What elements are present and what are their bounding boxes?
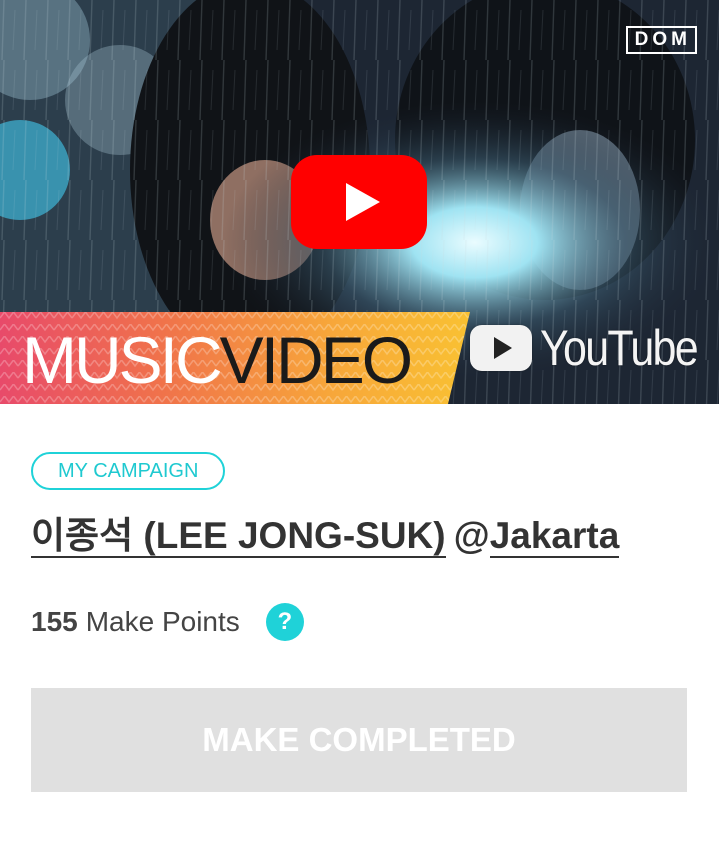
points-value: 155 — [31, 606, 78, 637]
video-thumbnail[interactable]: DOM MUSICVIDEO YouTube — [0, 0, 719, 404]
artist-link[interactable]: 이종석 (LEE JONG-SUK) — [31, 515, 446, 558]
channel-logo: DOM — [625, 26, 697, 54]
play-icon — [346, 183, 380, 221]
location-link[interactable]: Jakarta — [489, 515, 620, 558]
points-label: Make Points — [85, 606, 240, 637]
campaign-details: MY CAMPAIGN 이종석 (LEE JONG-SUK) @Jakarta 1… — [0, 404, 719, 792]
youtube-logo: YouTube — [470, 318, 719, 378]
at-sign: @ — [453, 515, 490, 556]
youtube-wordmark: YouTube — [540, 320, 699, 376]
play-button[interactable] — [291, 155, 427, 249]
music-video-banner: MUSICVIDEO — [22, 320, 413, 400]
make-completed-button[interactable]: MAKE COMPLETED — [31, 688, 687, 792]
make-points: 155 Make Points ? — [31, 600, 688, 644]
campaign-title: 이종석 (LEE JONG-SUK) @Jakarta — [31, 510, 688, 562]
youtube-icon — [470, 325, 532, 371]
banner-word-video: VIDEO — [219, 323, 413, 397]
banner-word-music: MUSIC — [22, 323, 223, 397]
help-icon[interactable]: ? — [265, 603, 304, 641]
my-campaign-badge: MY CAMPAIGN — [31, 452, 226, 490]
